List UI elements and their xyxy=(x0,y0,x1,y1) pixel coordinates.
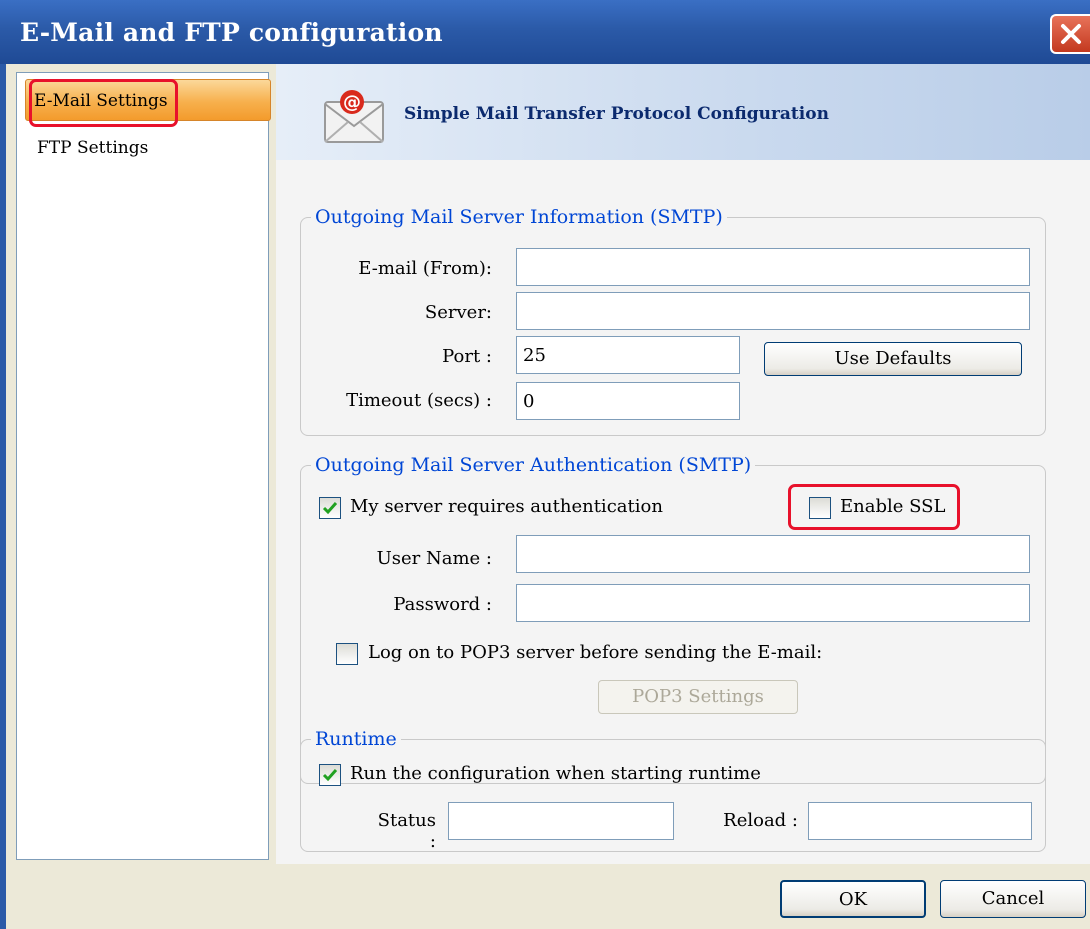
smtp-auth-legend: Outgoing Mail Server Authentication (SMT… xyxy=(315,454,752,476)
email-from-input[interactable] xyxy=(516,248,1030,286)
timeout-label: Timeout (secs) : xyxy=(346,390,492,411)
content-panel: @ Simple Mail Transfer Protocol Configur… xyxy=(276,64,1090,864)
dialog-button-bar: OK Cancel xyxy=(6,864,1090,929)
status-label: Status : xyxy=(377,810,436,852)
port-label: Port : xyxy=(442,346,492,367)
status-input[interactable] xyxy=(448,802,674,840)
reload-input[interactable] xyxy=(808,802,1032,840)
run-on-start-checkbox[interactable] xyxy=(319,764,341,786)
pop3-settings-button[interactable]: POP3 Settings xyxy=(598,680,798,714)
sidebar-item-ftp-settings[interactable]: FTP Settings xyxy=(29,127,156,169)
settings-sidebar: E-Mail Settings FTP Settings xyxy=(16,72,271,860)
svg-text:@: @ xyxy=(343,92,361,113)
server-label: Server: xyxy=(424,302,492,323)
pop3-label: Log on to POP3 server before sending the… xyxy=(368,642,823,663)
highlight-email-settings xyxy=(29,79,178,127)
email-envelope-icon: @ xyxy=(324,90,384,143)
header-banner: @ Simple Mail Transfer Protocol Configur… xyxy=(276,64,1090,160)
username-input[interactable] xyxy=(516,535,1030,573)
requires-auth-label: My server requires authentication xyxy=(350,496,663,517)
password-label: Password : xyxy=(393,594,492,615)
use-defaults-button[interactable]: Use Defaults xyxy=(764,342,1022,376)
checkmark-icon xyxy=(322,502,338,515)
requires-auth-checkbox[interactable] xyxy=(319,497,341,519)
port-input[interactable] xyxy=(516,336,740,374)
header-title: Simple Mail Transfer Protocol Configurat… xyxy=(404,104,829,124)
email-from-label: E-mail (From): xyxy=(358,258,492,279)
server-input[interactable] xyxy=(516,292,1030,330)
sidebar-item-label: FTP Settings xyxy=(37,138,149,158)
window-title: E-Mail and FTP configuration xyxy=(20,18,443,47)
reload-label: Reload : xyxy=(723,810,798,831)
run-on-start-label: Run the configuration when starting runt… xyxy=(350,763,761,784)
timeout-input[interactable] xyxy=(516,382,740,420)
title-bar: E-Mail and FTP configuration xyxy=(0,0,1090,64)
smtp-info-legend: Outgoing Mail Server Information (SMTP) xyxy=(315,206,723,228)
ok-button[interactable]: OK xyxy=(780,880,926,918)
password-input[interactable] xyxy=(516,584,1030,622)
checkmark-icon xyxy=(322,769,338,782)
close-button[interactable] xyxy=(1050,14,1090,54)
pop3-checkbox[interactable] xyxy=(336,643,358,665)
username-label: User Name : xyxy=(376,548,492,569)
highlight-enable-ssl xyxy=(788,484,960,530)
runtime-legend: Runtime xyxy=(315,728,397,750)
close-icon xyxy=(1061,24,1081,44)
window-frame-left xyxy=(0,64,6,929)
cancel-button[interactable]: Cancel xyxy=(940,880,1086,918)
